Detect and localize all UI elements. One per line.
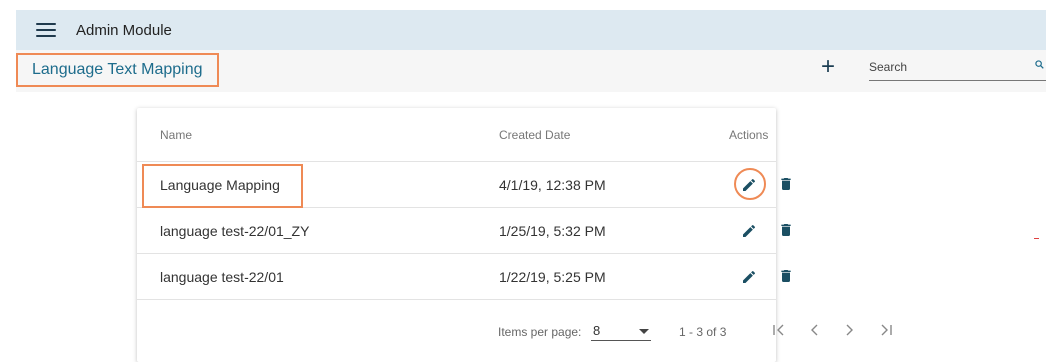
search-input[interactable]: [869, 56, 1019, 78]
table-row[interactable]: language test-22/01_ZY 1/25/19, 5:32 PM: [137, 208, 791, 254]
plus-icon: +: [820, 53, 835, 80]
row-name: language test-22/01_ZY: [160, 222, 310, 239]
table-row[interactable]: language test-22/01 1/22/19, 5:25 PM: [137, 254, 791, 300]
page-range-label: 1 - 3 of 3: [679, 325, 727, 339]
app-title: Admin Module: [76, 21, 172, 39]
column-header-name[interactable]: Name: [160, 108, 192, 161]
row-created-date: 1/25/19, 5:32 PM: [499, 222, 606, 239]
prev-page-icon[interactable]: [804, 320, 824, 340]
row-name: language test-22/01: [160, 268, 284, 285]
page-size-value: 8: [593, 323, 601, 338]
next-page-icon[interactable]: [840, 320, 860, 340]
items-per-page-label: Items per page:: [498, 325, 582, 339]
search-field[interactable]: [869, 56, 1046, 81]
dropdown-caret-icon: [639, 329, 649, 334]
trash-icon[interactable]: [778, 222, 794, 238]
pencil-icon[interactable]: [741, 269, 757, 285]
row-created-date: 4/1/19, 12:38 PM: [499, 176, 606, 193]
row-name: Language Mapping: [160, 176, 280, 193]
pencil-icon[interactable]: [741, 177, 757, 193]
trash-icon[interactable]: [778, 176, 794, 192]
hamburger-menu-icon[interactable]: [36, 23, 56, 37]
row-created-date: 1/22/19, 5:25 PM: [499, 268, 606, 285]
add-button[interactable]: +: [816, 53, 840, 80]
trash-icon[interactable]: [778, 268, 794, 284]
table-header-row: Name Created Date Actions: [137, 108, 776, 162]
page-header-bar: Language Text Mapping +: [16, 50, 1046, 92]
first-page-icon[interactable]: [769, 320, 789, 340]
column-header-created-date[interactable]: Created Date: [499, 108, 570, 161]
top-app-bar: Admin Module: [16, 10, 1046, 50]
edge-marker: [1034, 238, 1039, 239]
column-header-actions: Actions: [729, 127, 769, 142]
pencil-icon[interactable]: [741, 223, 757, 239]
search-icon[interactable]: [1035, 60, 1044, 69]
page-title: Language Text Mapping: [32, 61, 203, 78]
mapping-table-card: Name Created Date Actions Language Mappi…: [137, 108, 892, 362]
page-size-select[interactable]: 8: [591, 323, 651, 341]
paginator: Items per page: 8 1 - 3 of 3: [137, 300, 892, 362]
last-page-icon[interactable]: [876, 320, 896, 340]
table-row[interactable]: Language Mapping 4/1/19, 12:38 PM: [137, 162, 791, 208]
page-title-highlight: Language Text Mapping: [16, 53, 219, 87]
